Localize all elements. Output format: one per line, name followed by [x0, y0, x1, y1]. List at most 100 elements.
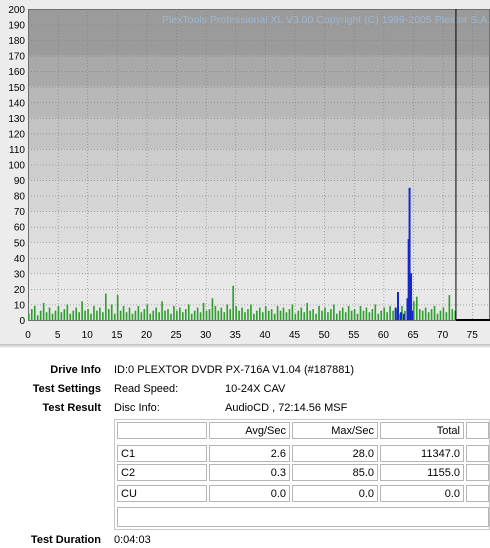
- c1-bar: [179, 307, 181, 320]
- copyright-text: PlexTools Professional XL V3.00 Copyrigh…: [162, 14, 490, 26]
- c1-bar: [33, 306, 36, 320]
- c1-bar: [128, 307, 131, 320]
- row-c2-max: 85.0: [292, 464, 378, 481]
- c1-bar: [327, 312, 329, 320]
- row-c2-avg: 0.3: [209, 464, 290, 481]
- c1-bar: [110, 304, 113, 320]
- test-duration-value: 0:04:03: [114, 534, 151, 546]
- c1-bar: [353, 309, 356, 320]
- c1-bar: [72, 310, 75, 320]
- c1-bar: [102, 312, 104, 320]
- y-tick-label: 190: [8, 21, 25, 32]
- c1-bar: [173, 306, 175, 320]
- c1-bar: [214, 306, 217, 320]
- table-blank-row: [117, 507, 489, 527]
- c1-bar: [187, 304, 190, 320]
- x-tick-label: 65: [407, 330, 419, 341]
- c1-bar: [93, 306, 95, 320]
- c1-bar: [66, 304, 69, 320]
- c1-bar: [51, 313, 54, 320]
- y-tick-label: 100: [8, 161, 25, 172]
- disc-info-key: Disc Info:: [114, 402, 160, 414]
- c1-bar: [300, 307, 303, 320]
- c1-bar: [285, 312, 288, 320]
- c1-bar: [359, 306, 362, 320]
- c1-bar: [427, 312, 430, 320]
- c1-bar: [176, 310, 178, 320]
- c1-bar: [433, 306, 436, 320]
- header-max-sec: Max/Sec: [292, 422, 378, 439]
- x-tick-label: 20: [141, 330, 153, 341]
- y-tick-label: 60: [14, 223, 26, 234]
- y-tick-label: 40: [14, 254, 26, 265]
- c2-bar: [402, 313, 405, 320]
- c1-bar: [190, 313, 193, 320]
- c1-bar: [54, 310, 57, 320]
- c1-bar: [113, 313, 116, 320]
- c1-bar: [374, 304, 377, 320]
- c1-bar: [448, 295, 451, 320]
- row-c1-total: 11347.0: [380, 445, 464, 462]
- c1-bar: [250, 304, 252, 320]
- c1-bar: [259, 307, 261, 320]
- c1-bar: [211, 298, 214, 320]
- row-c1-extra: [466, 445, 489, 462]
- c1-bar: [125, 312, 128, 320]
- drive-info-value: ID:0 PLEXTOR DVDR PX-716A V1.04 (#187881…: [114, 364, 355, 376]
- c1-bar: [303, 312, 306, 320]
- c1-bar: [297, 310, 300, 320]
- row-cu-max: 0.0: [292, 485, 378, 502]
- row-cu-label: CU: [117, 485, 207, 502]
- c1-bar: [167, 309, 169, 320]
- c1-bar: [226, 304, 229, 320]
- c1-bar: [107, 309, 110, 320]
- c1-bar: [365, 307, 368, 320]
- c1-bar: [202, 302, 205, 320]
- c1-bar: [318, 306, 320, 320]
- x-tick-label: 45: [289, 330, 301, 341]
- row-c2-total: 1155.0: [380, 464, 464, 481]
- c1-bar: [75, 307, 78, 320]
- c1-bar: [336, 313, 338, 320]
- c1-bar: [294, 313, 297, 320]
- c1-bar: [371, 309, 374, 320]
- c1-bar: [229, 309, 232, 320]
- y-tick-label: 200: [8, 5, 25, 16]
- row-cu-extra: [466, 485, 489, 502]
- c1-bar: [338, 310, 341, 320]
- row-c1-label: C1: [117, 445, 207, 462]
- c1-bar: [146, 304, 149, 320]
- c1-bar: [306, 302, 309, 320]
- c1-bar: [170, 313, 172, 320]
- c1-bar: [199, 312, 202, 320]
- c1-bar: [36, 315, 39, 320]
- c1-bar: [439, 310, 442, 320]
- c1-bar: [105, 293, 107, 320]
- c1-bar: [217, 310, 220, 320]
- graph-panel: 0 10 20 30 40 50 60 70 80 90 100 110 120 130 140 150 160…: [0, 0, 490, 348]
- c1-bar: [350, 310, 353, 320]
- y-tick-label: 10: [14, 300, 26, 311]
- error-rate-chart: 0102030405060708090100110120130140150160…: [8, 5, 490, 341]
- c1-bar: [415, 296, 418, 320]
- c1-bar: [223, 312, 226, 320]
- c1-bar: [362, 310, 365, 320]
- c1-bar: [315, 313, 317, 320]
- c1-bar: [42, 302, 45, 320]
- c1-bar: [291, 304, 294, 320]
- c1-bar: [235, 306, 237, 320]
- c1-bar: [69, 313, 72, 320]
- row-c1-max: 28.0: [292, 445, 378, 462]
- header-total: Total: [380, 422, 464, 439]
- c1-bar: [158, 312, 160, 320]
- c1-bar: [241, 307, 243, 320]
- c1-bar: [312, 309, 314, 320]
- plot-band-5: [28, 180, 490, 212]
- y-tick-label: 120: [8, 129, 25, 140]
- x-tick-label: 25: [171, 330, 183, 341]
- c1-bar: [442, 307, 445, 320]
- y-tick-label: 170: [8, 52, 25, 63]
- c1-bar: [116, 295, 119, 320]
- header-extra: [466, 422, 489, 439]
- c1-bar: [270, 309, 273, 320]
